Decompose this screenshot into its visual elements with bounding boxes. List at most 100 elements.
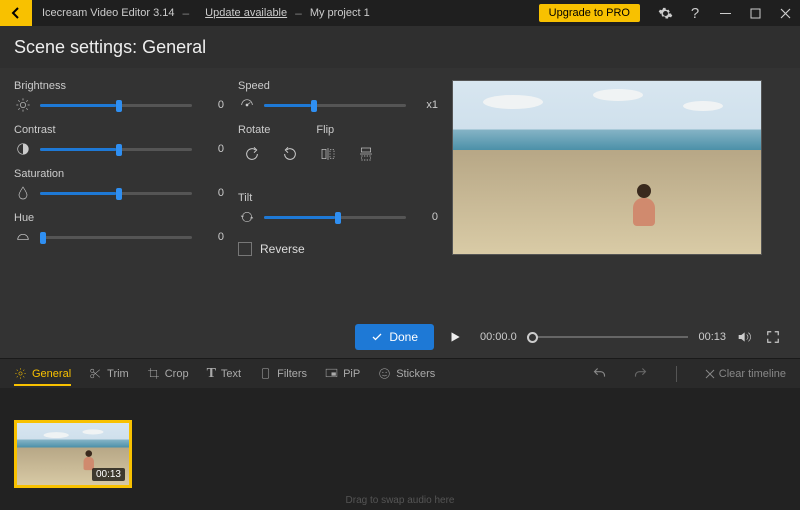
rotate-cw-icon [244, 146, 260, 162]
gear-icon [658, 6, 673, 21]
sticker-icon [378, 367, 391, 380]
brightness-control: Brightness 0 [14, 80, 224, 114]
brightness-slider[interactable] [40, 98, 192, 112]
flip-label: Flip [316, 124, 334, 136]
undo-button[interactable] [592, 366, 607, 381]
tab-stickers[interactable]: Stickers [378, 361, 435, 386]
time-total: 00:13 [698, 331, 726, 343]
tab-filters[interactable]: Filters [259, 361, 307, 386]
volume-icon [736, 329, 752, 345]
contrast-control: Contrast 0 [14, 124, 224, 158]
speed-slider[interactable] [264, 98, 406, 112]
help-button[interactable]: ? [680, 0, 710, 26]
crop-icon [147, 367, 160, 380]
rotate-label: Rotate [238, 124, 270, 136]
speed-icon [238, 96, 256, 114]
flip-vertical-button[interactable] [352, 140, 380, 168]
help-icon: ? [691, 5, 699, 22]
brightness-value: 0 [200, 99, 224, 111]
rotate-cw-button[interactable] [238, 140, 266, 168]
hue-label: Hue [14, 212, 224, 224]
timeline-clip[interactable]: 00:13 [14, 420, 132, 488]
app-title: Icecream Video Editor 3.14 [42, 7, 174, 19]
tabs-bar: General Trim Crop TText Filters PiP Stic… [0, 358, 800, 388]
contrast-value: 0 [200, 143, 224, 155]
saturation-slider[interactable] [40, 186, 192, 200]
minimize-icon [720, 8, 731, 19]
speed-label: Speed [238, 80, 438, 92]
reverse-control: Reverse [238, 242, 438, 256]
redo-icon [633, 366, 648, 381]
speed-control: Speed x1 [238, 80, 438, 114]
brightness-label: Brightness [14, 80, 224, 92]
tilt-slider[interactable] [264, 210, 406, 224]
tab-pip[interactable]: PiP [325, 361, 360, 386]
back-button[interactable] [0, 0, 32, 26]
flip-v-icon [358, 146, 374, 162]
maximize-button[interactable] [740, 0, 770, 26]
tilt-label: Tilt [238, 192, 438, 204]
tab-crop[interactable]: Crop [147, 361, 189, 386]
close-icon [780, 8, 791, 19]
contrast-slider[interactable] [40, 142, 192, 156]
project-name: My project 1 [310, 7, 370, 19]
contrast-icon [14, 140, 32, 158]
page-header: Scene settings: General [0, 26, 800, 68]
reverse-checkbox[interactable] [238, 242, 252, 256]
rotate-ccw-button[interactable] [276, 140, 304, 168]
text-icon: T [207, 366, 216, 382]
hue-icon [14, 228, 32, 246]
undo-icon [592, 366, 607, 381]
saturation-label: Saturation [14, 168, 224, 180]
preview-video[interactable] [452, 80, 762, 255]
minimize-button[interactable] [710, 0, 740, 26]
timeline-hint: Drag to swap audio here [0, 495, 800, 506]
flip-h-icon [320, 146, 336, 162]
timeline-ruler[interactable] [14, 398, 786, 414]
rotate-flip-control: Rotate Flip [238, 124, 438, 168]
scrubber[interactable] [527, 330, 689, 344]
rotate-ccw-icon [282, 146, 298, 162]
arrow-left-icon [8, 5, 24, 21]
tab-text[interactable]: TText [207, 360, 242, 388]
done-button[interactable]: Done [355, 324, 434, 350]
panel-footer: Done 00:00.0 00:13 [0, 318, 800, 358]
play-button[interactable] [448, 330, 470, 344]
brightness-icon [14, 96, 32, 114]
volume-button[interactable] [736, 329, 756, 345]
saturation-icon [14, 184, 32, 202]
gear-icon [14, 367, 27, 380]
titlebar: Icecream Video Editor 3.14 – Update avai… [0, 0, 800, 26]
flip-horizontal-button[interactable] [314, 140, 342, 168]
close-icon [705, 369, 715, 379]
saturation-control: Saturation 0 [14, 168, 224, 202]
tilt-control: Tilt 0 [238, 192, 438, 226]
update-link[interactable]: Update available [205, 7, 287, 19]
tilt-icon [238, 208, 256, 226]
maximize-icon [750, 8, 761, 19]
fullscreen-icon [766, 330, 780, 344]
filter-icon [259, 367, 272, 380]
tab-trim[interactable]: Trim [89, 361, 129, 386]
contrast-label: Contrast [14, 124, 224, 136]
time-current: 00:00.0 [480, 331, 517, 343]
timeline: 00:13 Drag to swap audio here [0, 388, 800, 510]
tilt-value: 0 [414, 211, 438, 223]
clip-duration: 00:13 [92, 468, 125, 481]
tab-general[interactable]: General [14, 361, 71, 386]
hue-value: 0 [200, 231, 224, 243]
scissors-icon [89, 367, 102, 380]
settings-panel: Brightness 0 Contrast 0 Saturation 0 [0, 68, 800, 318]
check-icon [371, 331, 383, 343]
page-title: Scene settings: General [14, 37, 206, 58]
pip-icon [325, 367, 338, 380]
redo-button[interactable] [633, 366, 648, 381]
play-icon [448, 330, 462, 344]
upgrade-button[interactable]: Upgrade to PRO [539, 4, 640, 22]
settings-button[interactable] [650, 0, 680, 26]
clear-timeline-button[interactable]: Clear timeline [705, 368, 786, 380]
reverse-label: Reverse [260, 242, 305, 256]
fullscreen-button[interactable] [766, 330, 786, 344]
hue-slider[interactable] [40, 230, 192, 244]
close-button[interactable] [770, 0, 800, 26]
